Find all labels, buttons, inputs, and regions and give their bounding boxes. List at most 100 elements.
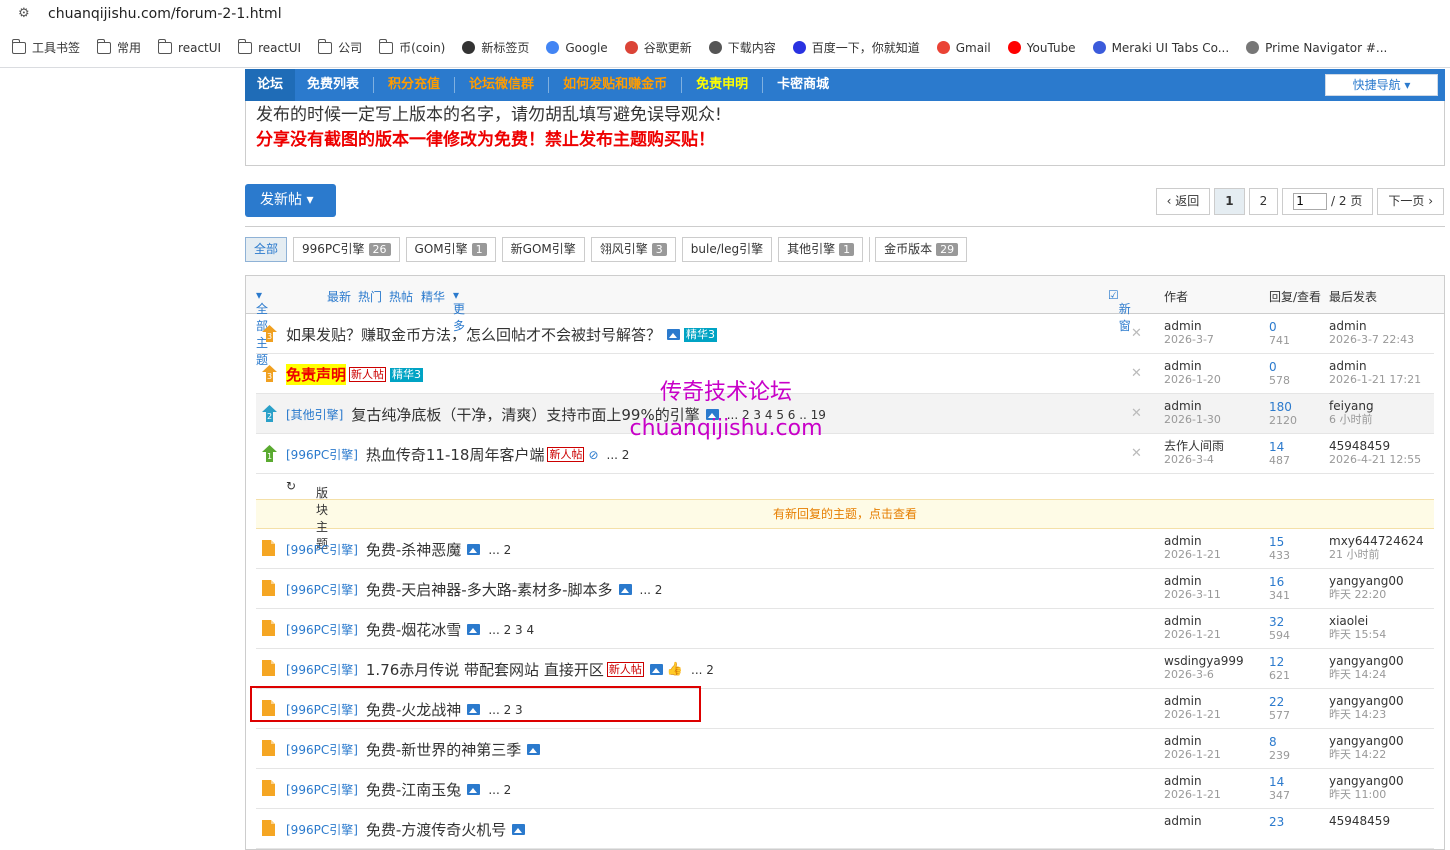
nav-forum[interactable]: 论坛 [245, 69, 296, 101]
type-filter-7[interactable]: 金币版本 29 [875, 237, 968, 262]
reply-count[interactable]: 14 [1269, 440, 1290, 454]
bookmark-item[interactable]: reactUI [238, 38, 301, 55]
author-name[interactable]: admin [1164, 359, 1221, 373]
table-row[interactable]: [996PC引擎] 免费-方渡传奇火机号 admin 23 45948459 [256, 809, 1434, 849]
last-post-user[interactable]: admin [1329, 359, 1421, 373]
thread-title-link[interactable]: 1.76赤月传说 带配套网站 直接开区 [366, 659, 604, 680]
new-window-checkbox[interactable]: ☑ 新窗 [1108, 288, 1131, 333]
bookmark-item[interactable]: 常用 [97, 38, 141, 56]
filter-latest[interactable]: 最新 [327, 288, 351, 305]
last-post-user[interactable]: xiaolei [1329, 614, 1386, 628]
reply-count[interactable]: 12 [1269, 655, 1290, 669]
thread-title-link[interactable]: 免费-天启神器-多大路-素材多-脚本多 [366, 579, 613, 600]
reply-count[interactable]: 14 [1269, 775, 1290, 789]
table-row[interactable]: [996PC引擎] 免费-杀神恶魔 ... 2 admin 2026-1-21 15 433… [256, 529, 1434, 569]
author-name[interactable]: admin [1164, 319, 1214, 333]
thread-category[interactable]: [996PC引擎] [286, 621, 358, 638]
thread-category[interactable]: [996PC引擎] [286, 821, 358, 838]
bookmark-item[interactable]: YouTube [1007, 41, 1076, 55]
author-name[interactable]: admin [1164, 534, 1221, 548]
type-filter-5[interactable]: bule/leg引擎 [681, 237, 773, 262]
thread-title-link[interactable]: 免责声明 [286, 364, 347, 385]
close-icon[interactable]: ✕ [1131, 406, 1142, 421]
thread-title-link[interactable]: 免费-方渡传奇火机号 [366, 819, 506, 840]
filter-hotpost[interactable]: 热帖 [389, 288, 413, 305]
page-input[interactable] [1293, 192, 1328, 210]
author-name[interactable]: admin [1164, 399, 1221, 413]
nav-card-shop[interactable]: 卡密商城 [765, 69, 841, 101]
page-1-button[interactable]: 1 [1214, 188, 1245, 215]
reply-count[interactable]: 8 [1269, 735, 1290, 749]
last-post-user[interactable]: admin [1329, 319, 1414, 333]
url-text[interactable]: chuanqijishu.com/forum-2-1.html [48, 6, 282, 22]
close-icon[interactable]: ✕ [1131, 366, 1142, 381]
reply-count[interactable]: 0 [1269, 320, 1290, 334]
filter-essence[interactable]: 精华 [421, 288, 445, 305]
page-2-button[interactable]: 2 [1248, 188, 1279, 215]
thread-category[interactable]: [996PC引擎] [286, 541, 358, 558]
last-post-user[interactable]: mxy644724624 [1329, 534, 1424, 548]
type-filter-2[interactable]: GOM引擎 1 [405, 237, 496, 262]
author-name[interactable]: admin [1164, 694, 1221, 708]
bookmark-item[interactable]: 百度一下，你就知道 [792, 39, 920, 56]
thread-pages[interactable]: ... 2 [607, 448, 630, 462]
thread-pages[interactable]: ... 2 3 4 [488, 623, 534, 637]
bookmark-item[interactable]: 工具书签 [12, 38, 80, 56]
type-filter-1[interactable]: 996PC引擎 26 [293, 237, 400, 262]
table-row[interactable]: 3 如果发贴？赚取金币方法，怎么回帖才不会被封号解答？ 精华3 ✕ admin 2026-… [256, 314, 1434, 354]
filter-all-threads[interactable]: 全部主题 ▾ [256, 288, 268, 367]
next-page-button[interactable]: 下一页 › [1377, 188, 1444, 215]
thread-category[interactable]: [996PC引擎] [286, 581, 358, 598]
thread-category[interactable]: [996PC引擎] [286, 661, 358, 678]
author-name[interactable]: 去作人间雨 [1164, 439, 1224, 453]
reply-count[interactable]: 23 [1269, 815, 1284, 829]
bookmark-item[interactable]: Google [546, 41, 608, 55]
author-name[interactable]: admin [1164, 734, 1221, 748]
back-button[interactable]: ‹ 返回 [1155, 188, 1211, 215]
new-reply-notice[interactable]: 有新回复的主题，点击查看 [256, 499, 1434, 529]
bookmark-item[interactable]: 谷歌更新 [624, 39, 692, 56]
author-name[interactable]: admin [1164, 774, 1221, 788]
last-post-user[interactable]: 45948459 [1329, 439, 1421, 453]
last-post-user[interactable]: feiyang [1329, 399, 1374, 413]
new-thread-button[interactable]: 发新帖 ▾ [245, 184, 336, 217]
close-icon[interactable]: ✕ [1131, 326, 1142, 341]
thread-title-link[interactable]: 热血传奇11-18周年客户端 [366, 444, 545, 465]
thread-title-link[interactable]: 免费-江南玉兔 [366, 779, 461, 800]
bookmark-item[interactable]: 新标签页 [462, 39, 529, 56]
bookmark-item[interactable]: Gmail [936, 41, 991, 55]
bookmark-item[interactable]: 下载内容 [708, 39, 776, 56]
table-row[interactable]: [996PC引擎] 免费-烟花冰雪 ... 2 3 4 admin 2026-1-21 3… [256, 609, 1434, 649]
thread-title-link[interactable]: 免费-新世界的神第三季 [366, 739, 521, 760]
thread-pages[interactable]: ... 2 [488, 783, 511, 797]
last-post-user[interactable]: yangyang00 [1329, 774, 1404, 788]
filter-more[interactable]: 更多 ▾ [453, 288, 465, 333]
nav-free-list[interactable]: 免费列表 [295, 69, 371, 101]
thread-category[interactable]: [996PC引擎] [286, 741, 358, 758]
last-post-user[interactable]: yangyang00 [1329, 734, 1404, 748]
thread-pages[interactable]: ... 2 [640, 583, 663, 597]
last-post-user[interactable]: 45948459 [1329, 814, 1390, 828]
thread-pages[interactable]: ... 2 [691, 663, 714, 677]
address-bar[interactable]: ⚙ chuanqijishu.com/forum-2-1.html [0, 0, 1450, 28]
type-filter-3[interactable]: 新GOM引擎 [501, 237, 585, 262]
author-name[interactable]: admin [1164, 614, 1221, 628]
bookmark-item[interactable]: Prime Navigator #... [1246, 41, 1387, 55]
reply-count[interactable]: 15 [1269, 535, 1290, 549]
nav-wechat-group[interactable]: 论坛微信群 [457, 69, 546, 101]
type-filter-4[interactable]: 翎风引擎 3 [590, 237, 676, 262]
thread-category[interactable]: [其他引擎] [286, 406, 343, 423]
bookmark-item[interactable]: reactUI [158, 38, 221, 55]
last-post-user[interactable]: yangyang00 [1329, 574, 1404, 588]
type-filter-6[interactable]: 其他引擎 1 [778, 237, 864, 262]
bookmark-item[interactable]: 公司 [318, 38, 362, 56]
reply-count[interactable]: 32 [1269, 615, 1290, 629]
last-post-user[interactable]: yangyang00 [1329, 654, 1404, 668]
thread-category[interactable]: [996PC引擎] [286, 446, 358, 463]
nav-how-to-post[interactable]: 如何发贴和赚金币 [551, 69, 679, 101]
author-name[interactable]: admin [1164, 574, 1221, 588]
author-name[interactable]: admin [1164, 814, 1202, 828]
reply-count[interactable]: 180 [1269, 400, 1297, 414]
nav-disclaimer[interactable]: 免责申明 [684, 69, 760, 101]
thread-title-link[interactable]: 免费-烟花冰雪 [366, 619, 461, 640]
